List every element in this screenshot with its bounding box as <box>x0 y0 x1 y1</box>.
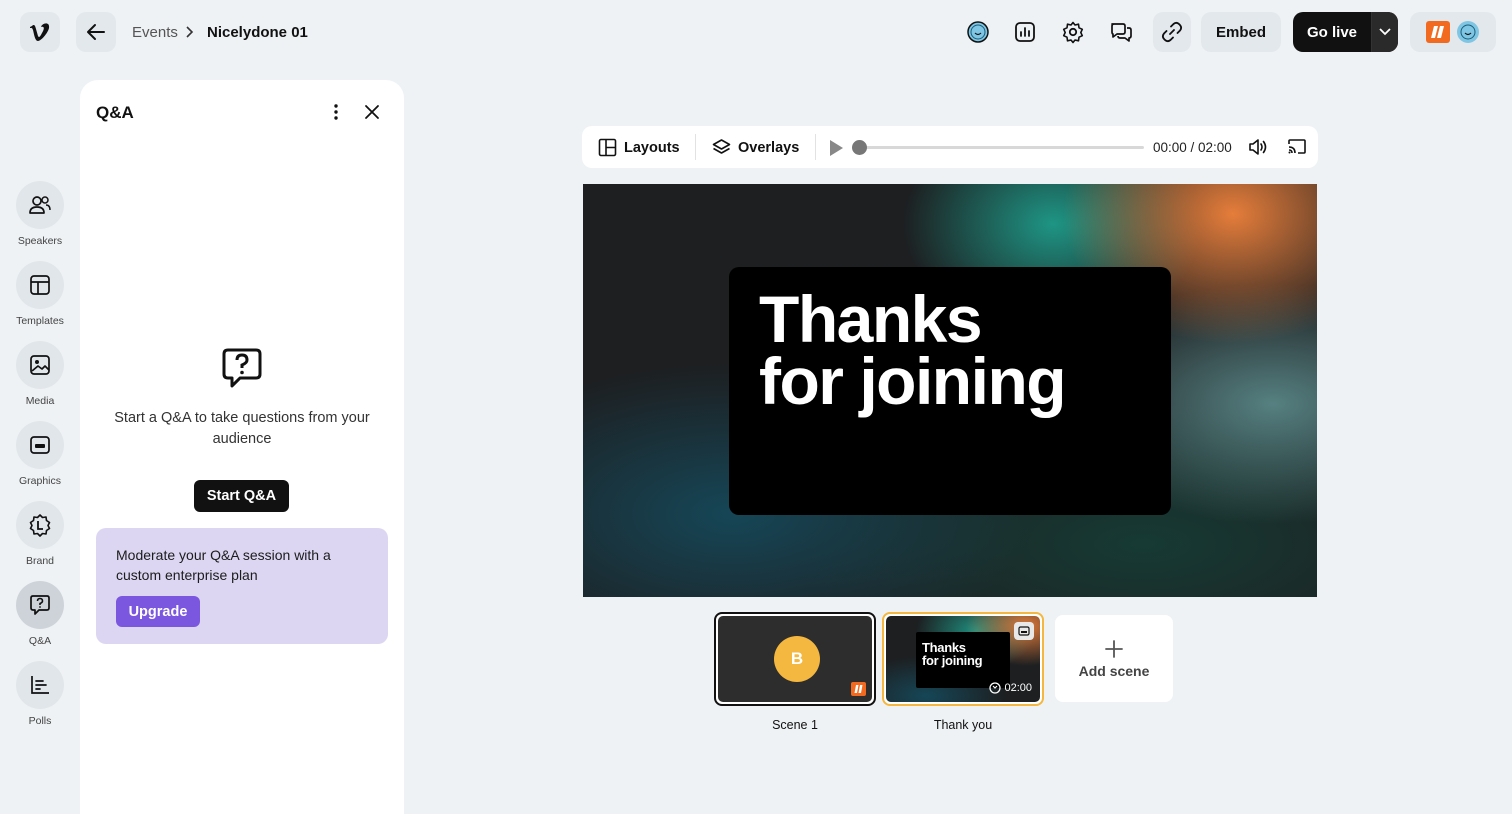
people-icon <box>16 181 64 229</box>
scene-preview: B <box>718 616 872 702</box>
panel-title: Q&A <box>96 103 134 122</box>
scrubber-handle[interactable] <box>852 140 867 155</box>
go-live-button[interactable]: Go live <box>1293 24 1371 41</box>
overlays-label: Overlays <box>738 139 800 156</box>
divider <box>815 134 816 160</box>
chevron-down-icon <box>1379 28 1391 36</box>
rail-label: Q&A <box>28 635 52 647</box>
overlays-button[interactable]: Overlays <box>712 138 799 157</box>
question-bubble-icon <box>220 346 264 390</box>
chat-bubbles-icon <box>1109 21 1133 43</box>
layouts-button[interactable]: Layouts <box>598 138 680 157</box>
scene-label: Scene 1 <box>772 718 818 732</box>
empty-state-message: Start a Q&A to take questions from your … <box>114 410 370 447</box>
rail-label: Speakers <box>17 235 63 247</box>
vimeo-logo[interactable] <box>20 12 60 52</box>
layout-icon <box>16 261 64 309</box>
analytics-button[interactable] <box>1005 12 1045 52</box>
breadcrumb-current: Nicelydone 01 <box>207 24 308 41</box>
bar-chart-icon <box>16 661 64 709</box>
go-live-group: Go live <box>1293 12 1398 52</box>
volume-button[interactable] <box>1248 138 1268 156</box>
chevron-right-icon <box>184 26 194 38</box>
rail-label: Graphics <box>18 475 61 487</box>
scene-thumbnail-1[interactable]: B <box>714 612 876 706</box>
vimeo-logo-icon <box>29 22 51 42</box>
duration-text: 02:00 <box>1004 682 1032 694</box>
timeline-scrubber[interactable] <box>860 146 1144 149</box>
gear-icon <box>1061 20 1085 44</box>
graphics-icon <box>16 421 64 469</box>
rail-speakers[interactable]: Speakers <box>16 181 64 247</box>
analytics-icon <box>1014 21 1036 43</box>
time-readout: 00:00 / 02:00 <box>1153 140 1232 155</box>
rail-label: Media <box>25 395 55 407</box>
more-options-button[interactable] <box>326 102 346 122</box>
stage-line-1: Thanks <box>759 282 983 356</box>
scene-label: Thank you <box>933 718 993 732</box>
play-icon <box>828 139 844 157</box>
rail-label: Brand <box>25 555 55 567</box>
rail-media[interactable]: Media <box>16 341 64 407</box>
embed-button[interactable]: Embed <box>1201 12 1281 52</box>
kebab-icon <box>326 102 346 122</box>
layers-icon <box>712 138 731 157</box>
breadcrumb-events[interactable]: Events <box>132 24 178 41</box>
overlay-badge-icon <box>1014 622 1034 640</box>
avatar: B <box>774 636 820 682</box>
back-button[interactable] <box>76 12 116 52</box>
user-avatar-icon <box>1457 21 1479 43</box>
scene-duration: 02:00 <box>989 682 1032 694</box>
rail-qa[interactable]: Q&A <box>16 581 64 647</box>
settings-button[interactable] <box>1053 12 1093 52</box>
stage-preview: Thanks for joining <box>583 184 1317 597</box>
link-icon <box>1161 21 1183 43</box>
rail-polls[interactable]: Polls <box>16 661 64 727</box>
scene-title-line-2: for joining <box>922 653 983 668</box>
rail-graphics[interactable]: Graphics <box>16 421 64 487</box>
start-qa-button[interactable]: Start Q&A <box>194 480 289 512</box>
go-live-dropdown[interactable] <box>1371 12 1398 52</box>
account-button[interactable] <box>1410 12 1496 52</box>
stage-title-text: Thanks for joining <box>759 282 1159 418</box>
rail-brand[interactable]: Brand <box>16 501 64 567</box>
share-link-button[interactable] <box>1153 12 1191 52</box>
scene-title-text: Thanks for joining <box>922 641 983 668</box>
add-scene-button[interactable]: Add scene <box>1055 615 1173 702</box>
face-button[interactable] <box>958 12 998 52</box>
loop-icon <box>989 682 1002 694</box>
image-icon <box>16 341 64 389</box>
layout-icon <box>598 138 617 157</box>
promo-text: Moderate your Q&A session with a custom … <box>116 547 331 583</box>
chat-button[interactable] <box>1101 12 1141 52</box>
plus-icon <box>1104 639 1124 659</box>
play-button[interactable] <box>828 139 844 157</box>
question-bubble-icon <box>16 581 64 629</box>
volume-icon <box>1248 138 1268 156</box>
rail-templates[interactable]: Templates <box>16 261 64 327</box>
divider <box>695 134 696 160</box>
upgrade-button[interactable]: Upgrade <box>116 596 200 627</box>
add-scene-label: Add scene <box>1078 662 1150 679</box>
brand-icon <box>16 501 64 549</box>
brand-logo-icon <box>1426 21 1450 43</box>
scene-thumbnail-2[interactable]: Thanks for joining 02:00 <box>882 612 1044 706</box>
close-icon <box>362 102 382 122</box>
rail-label: Polls <box>28 715 52 727</box>
cast-icon <box>1287 138 1307 156</box>
close-panel-button[interactable] <box>362 102 382 122</box>
face-icon <box>966 20 990 44</box>
stage-line-2: for joining <box>759 344 1067 418</box>
rail-label: Templates <box>16 315 64 327</box>
brand-badge-icon <box>851 682 866 696</box>
cast-button[interactable] <box>1287 138 1307 156</box>
layouts-label: Layouts <box>624 139 680 156</box>
scene-preview: Thanks for joining 02:00 <box>886 616 1040 702</box>
arrow-left-icon <box>86 23 106 41</box>
